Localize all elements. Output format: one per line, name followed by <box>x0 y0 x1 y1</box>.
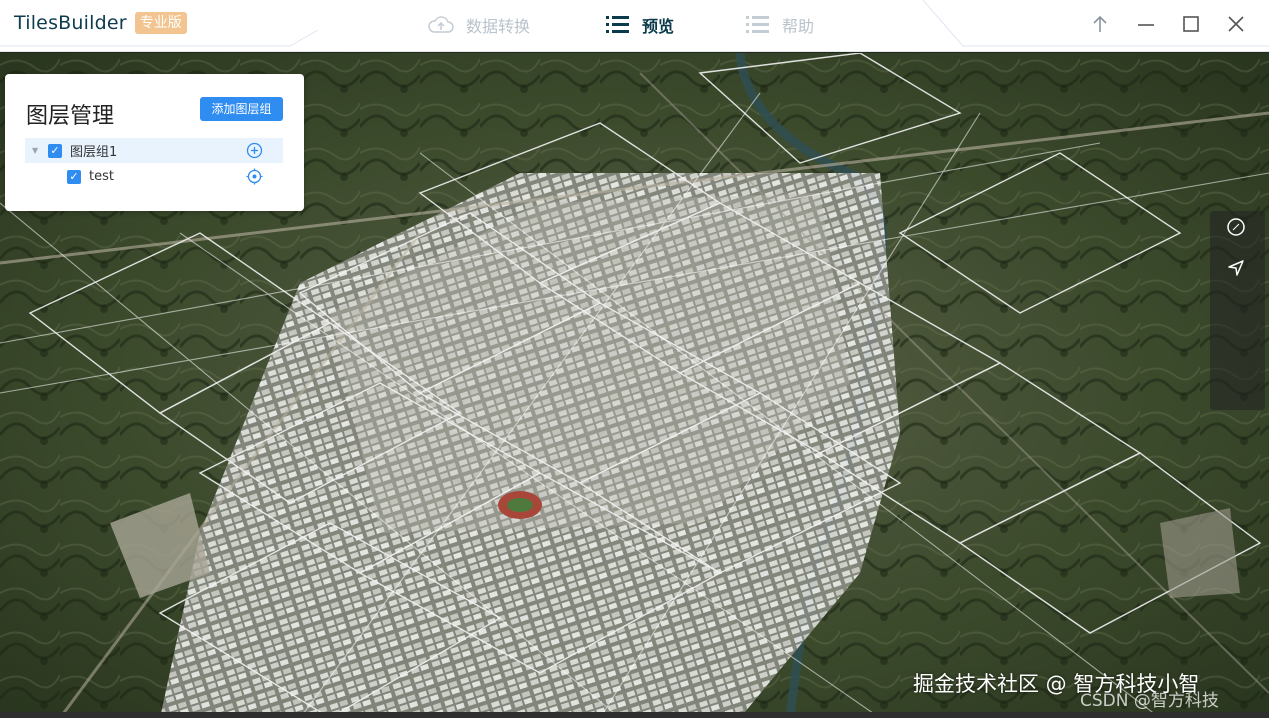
cloud-icon <box>427 13 457 37</box>
pin-up-icon <box>1093 15 1107 32</box>
nav-label-data-convert: 数据转换 <box>466 17 531 36</box>
minimize-icon <box>1138 24 1154 26</box>
edition-badge: 专业版 <box>134 12 187 34</box>
navigate-icon[interactable] <box>1226 258 1246 278</box>
tree-node-label: test <box>89 169 114 184</box>
close-icon <box>1228 16 1244 32</box>
minimize-button[interactable] <box>1134 12 1158 36</box>
watermark-juejin: 掘金技术社区 @ 智方科技小智 <box>913 672 1200 696</box>
list-icon <box>605 13 631 37</box>
map-toolbar <box>1210 211 1265 410</box>
title-bar: TilesBuilder 专业版 数据转换 预览 帮助 <box>0 0 1269 52</box>
tree-node-label: 图层组1 <box>70 145 118 160</box>
layer-checkbox[interactable]: ✓ <box>67 169 81 184</box>
nav-label-help: 帮助 <box>782 17 815 36</box>
compass-icon[interactable] <box>1226 217 1246 237</box>
bottom-strip <box>0 712 1269 718</box>
add-circle-icon[interactable] <box>246 142 263 159</box>
pin-up-button[interactable] <box>1088 12 1112 36</box>
locate-icon[interactable] <box>246 168 263 185</box>
nav-item-help[interactable]: 帮助 <box>745 12 814 38</box>
nav-item-data-convert[interactable]: 数据转换 <box>427 12 530 38</box>
nav-label-preview: 预览 <box>642 17 675 36</box>
add-layer-group-button[interactable]: 添加图层组 <box>200 97 283 121</box>
tree-node-layer-group[interactable]: ▼ ✓ 图层组1 <box>25 138 283 163</box>
app-name: TilesBuilder <box>14 12 127 34</box>
list-icon <box>745 13 771 37</box>
layer-panel: 图层管理 添加图层组 ▼ ✓ 图层组1 ✓ test <box>5 74 304 211</box>
brand: TilesBuilder 专业版 <box>14 12 187 34</box>
nav-item-preview[interactable]: 预览 <box>605 12 674 38</box>
maximize-button[interactable] <box>1179 12 1203 36</box>
maximize-icon <box>1183 16 1199 32</box>
close-button[interactable] <box>1224 12 1248 36</box>
panel-title: 图层管理 <box>26 104 115 129</box>
layer-group-checkbox[interactable]: ✓ <box>48 143 62 158</box>
caret-down-icon[interactable]: ▼ <box>32 146 44 155</box>
tree-node-layer-test[interactable]: ✓ test <box>25 164 283 189</box>
